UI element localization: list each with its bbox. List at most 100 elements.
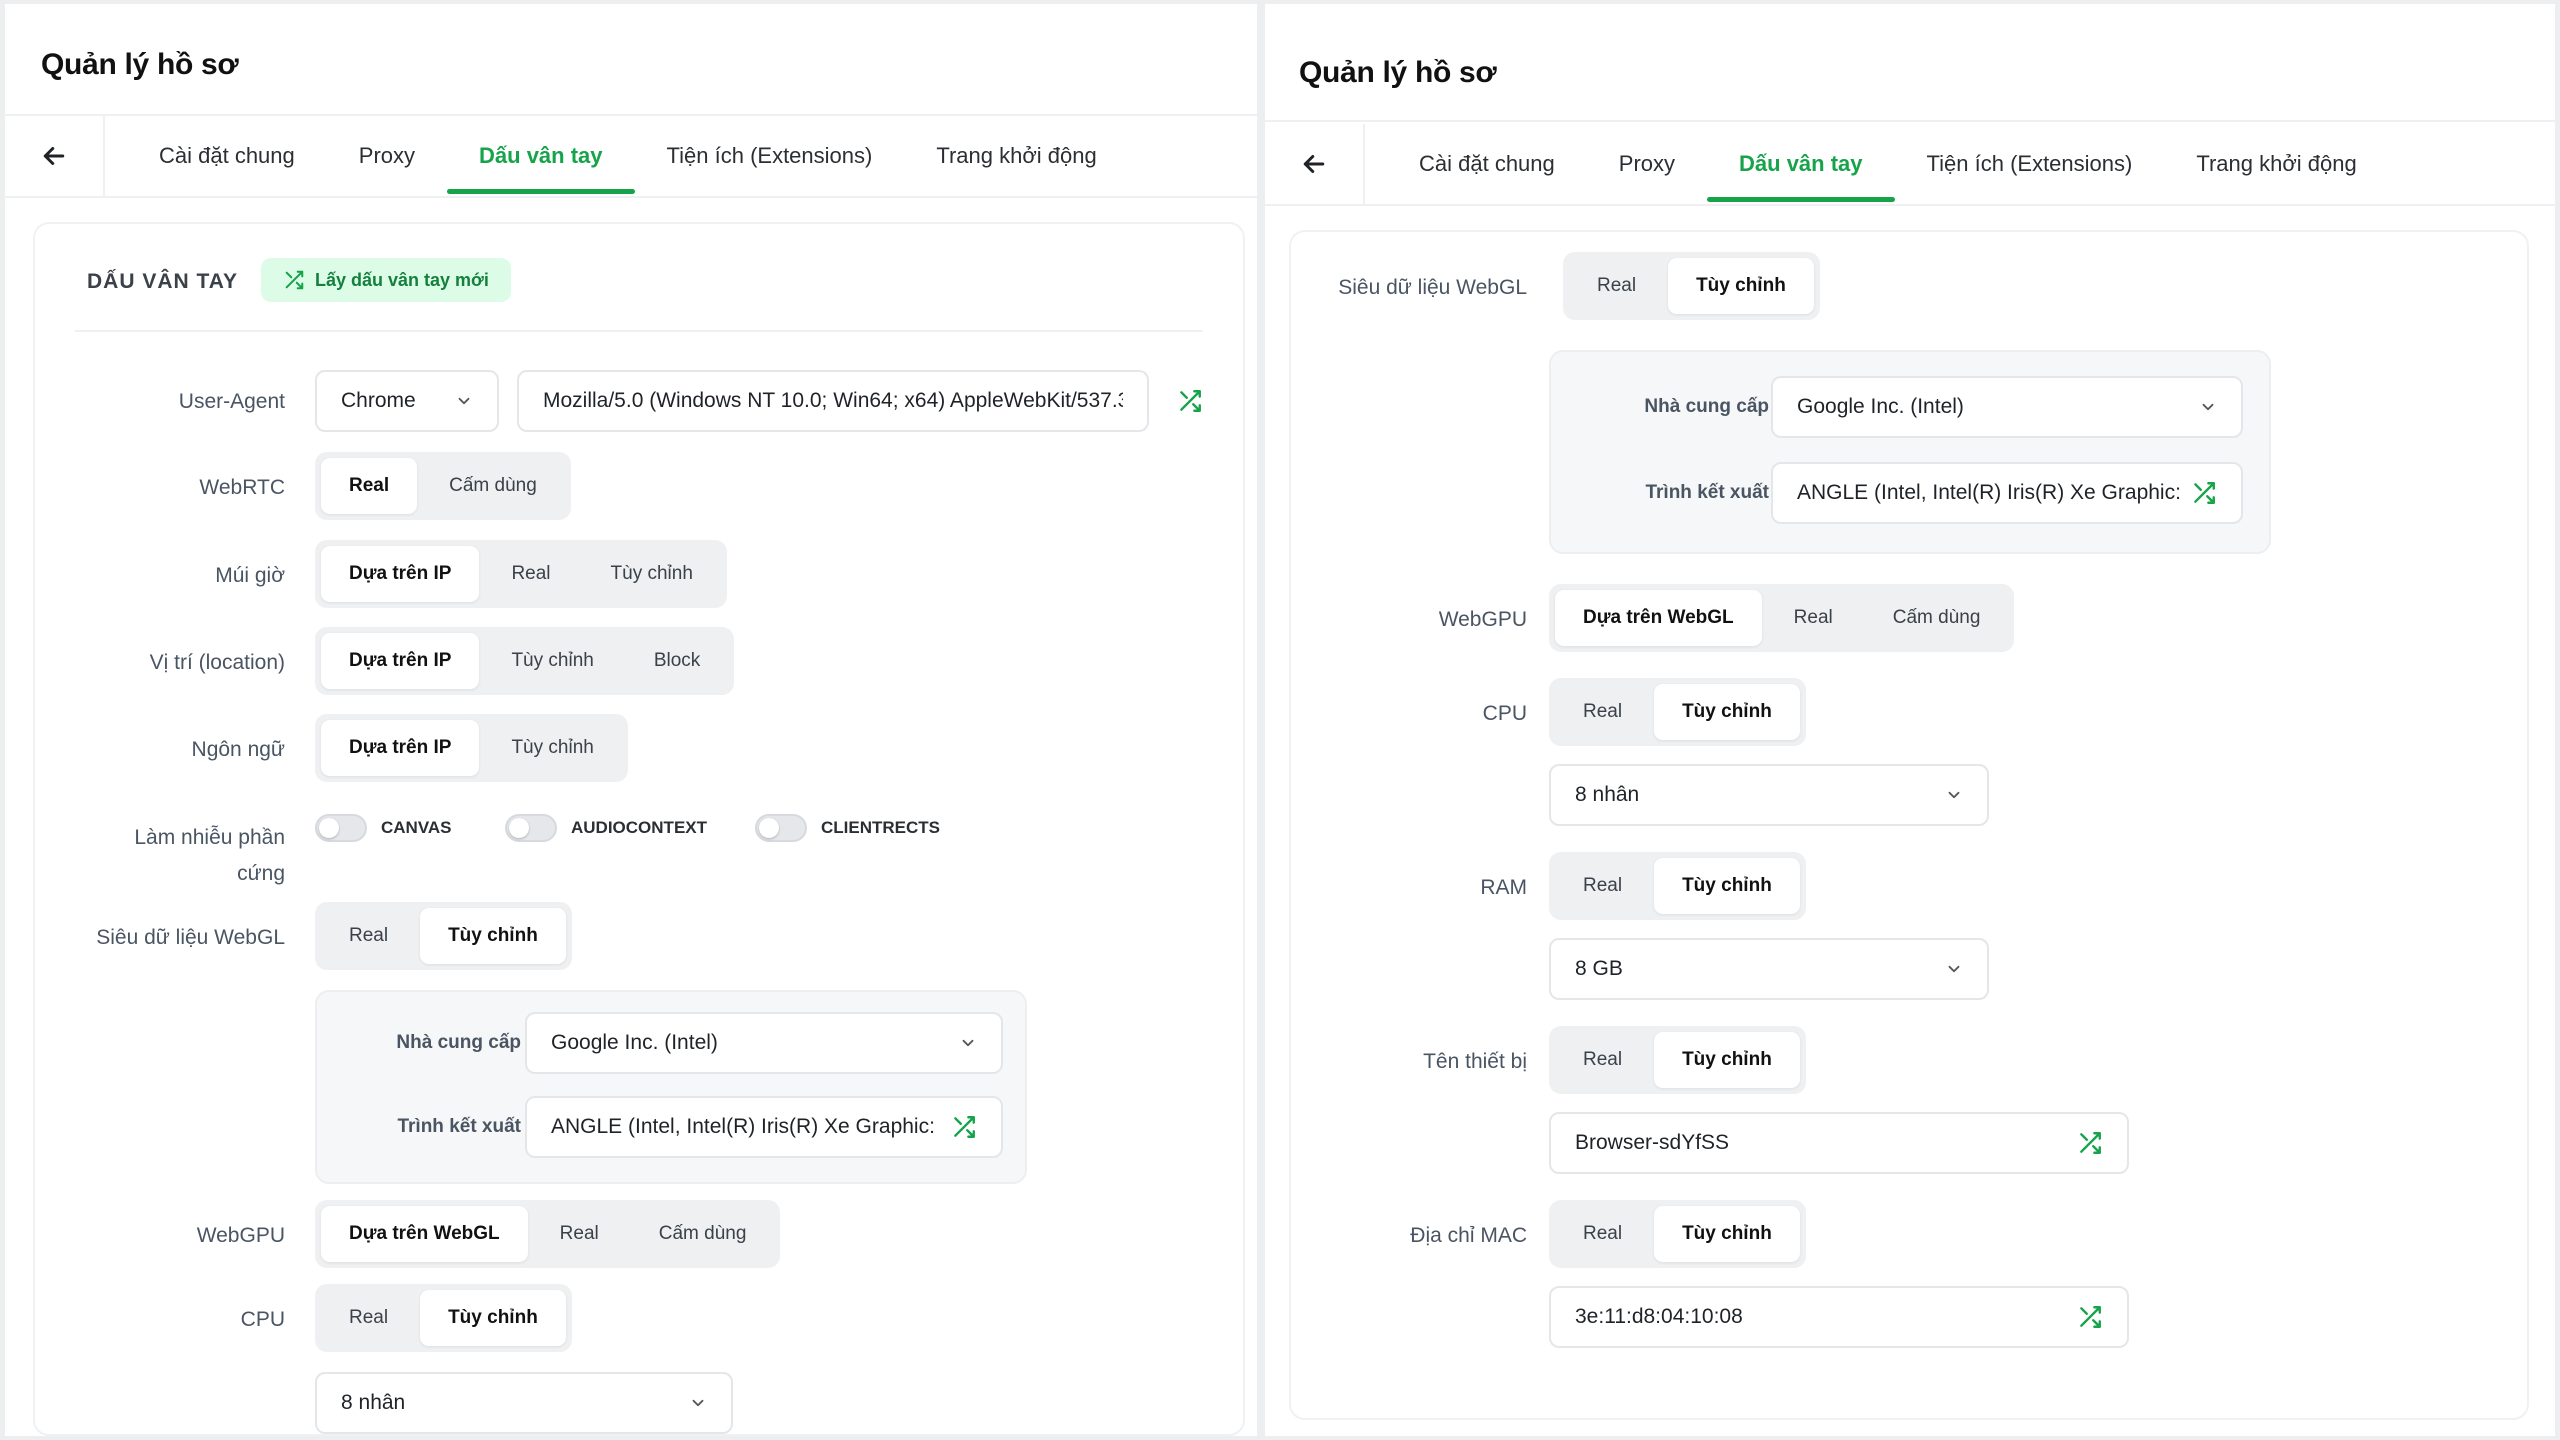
browser-select[interactable]: Chrome [315, 370, 499, 432]
back-button[interactable] [1265, 124, 1365, 204]
webgl-custom-panel: Nhà cung cấp Google Inc. (Intel) Trình k… [315, 990, 1027, 1184]
webgl-renderer-input[interactable]: ANGLE (Intel, Intel(R) Iris(R) Xe Graphi… [1771, 462, 2243, 524]
ram-segmented: Real Tùy chỉnh [1549, 852, 1806, 920]
canvas-switch[interactable] [315, 814, 367, 842]
tab-startup-page[interactable]: Trang khởi động [2164, 124, 2388, 204]
tab-general[interactable]: Cài đặt chung [1387, 124, 1587, 204]
fingerprint-card: Siêu dữ liệu WebGL Real Tùy chỉnh Nhà cu… [1289, 230, 2529, 1420]
tab-proxy[interactable]: Proxy [327, 116, 447, 196]
device-name-input[interactable]: Browser-sdYfSS [1549, 1112, 2129, 1174]
cpu-option-real[interactable]: Real [321, 1290, 416, 1346]
user-agent-label: User-Agent [178, 390, 285, 413]
shuffle-icon[interactable] [951, 1114, 977, 1140]
webgl-option-real[interactable]: Real [321, 908, 416, 964]
cpu-label: CPU [240, 1308, 285, 1331]
tab-bar: Cài đặt chung Proxy Dấu vân tay Tiện ích… [5, 116, 1257, 196]
location-label: Vị trí (location) [149, 651, 285, 674]
audiocontext-toggle[interactable]: AUDIOCONTEXT [505, 814, 707, 842]
mac-option-custom[interactable]: Tùy chỉnh [1654, 1206, 1800, 1262]
webgl-option-real[interactable]: Real [1569, 258, 1664, 314]
timezone-option-real[interactable]: Real [483, 546, 578, 602]
shuffle-icon[interactable] [2077, 1304, 2103, 1330]
webrtc-option-real[interactable]: Real [321, 458, 418, 514]
cpu-label: CPU [1482, 702, 1527, 725]
device-name-segmented: Real Tùy chỉnh [1549, 1026, 1806, 1094]
webgpu-segmented: Dựa trên WebGL Real Cấm dùng [315, 1200, 781, 1268]
webgl-vendor-value: Google Inc. (Intel) [1797, 395, 1964, 418]
timezone-option-ip[interactable]: Dựa trên IP [321, 546, 480, 602]
cpu-segmented: Real Tùy chỉnh [1549, 678, 1806, 746]
language-option-ip[interactable]: Dựa trên IP [321, 720, 480, 776]
chevron-down-icon [1948, 791, 1960, 799]
tab-fingerprint[interactable]: Dấu vân tay [1707, 124, 1895, 204]
user-agent-input[interactable]: Mozilla/5.0 (Windows NT 10.0; Win64; x64… [517, 370, 1149, 432]
ram-option-custom[interactable]: Tùy chỉnh [1654, 858, 1800, 914]
cpu-cores-select[interactable]: 8 nhân [315, 1372, 733, 1434]
webgl-vendor-label: Nhà cung cấp [1644, 396, 1769, 417]
chevron-down-icon [2202, 403, 2214, 411]
divider [5, 196, 1257, 198]
tab-proxy[interactable]: Proxy [1587, 124, 1707, 204]
mac-option-real[interactable]: Real [1555, 1206, 1650, 1262]
webgpu-option-webgl[interactable]: Dựa trên WebGL [321, 1206, 528, 1262]
device-name-option-real[interactable]: Real [1555, 1032, 1650, 1088]
webgl-renderer-value: ANGLE (Intel, Intel(R) Iris(R) Xe Graphi… [551, 1115, 935, 1138]
device-name-option-custom[interactable]: Tùy chỉnh [1654, 1032, 1800, 1088]
cpu-option-real[interactable]: Real [1555, 684, 1650, 740]
new-fingerprint-button[interactable]: Lấy dấu vân tay mới [261, 258, 511, 302]
shuffle-icon[interactable] [1177, 388, 1203, 414]
audiocontext-switch[interactable] [505, 814, 557, 842]
webgl-vendor-select[interactable]: Google Inc. (Intel) [1771, 376, 2243, 438]
webgl-option-custom[interactable]: Tùy chỉnh [1668, 258, 1814, 314]
cpu-segmented: Real Tùy chỉnh [315, 1284, 572, 1352]
cpu-option-custom[interactable]: Tùy chỉnh [1654, 684, 1800, 740]
webgl-vendor-select[interactable]: Google Inc. (Intel) [525, 1012, 1003, 1074]
webgl-renderer-value: ANGLE (Intel, Intel(R) Iris(R) Xe Graphi… [1797, 481, 2181, 504]
shuffle-icon[interactable] [2191, 480, 2217, 506]
clientrects-toggle[interactable]: CLIENTRECTS [755, 814, 940, 842]
tab-extensions[interactable]: Tiện ích (Extensions) [1895, 124, 2165, 204]
clientrects-switch[interactable] [755, 814, 807, 842]
webgpu-option-disabled[interactable]: Cấm dùng [1865, 590, 2009, 646]
webgl-label: Siêu dữ liệu WebGL [96, 926, 285, 949]
location-option-custom[interactable]: Tùy chỉnh [483, 633, 621, 689]
location-option-ip[interactable]: Dựa trên IP [321, 633, 480, 689]
tab-bar: Cài đặt chung Proxy Dấu vân tay Tiện ích… [1265, 124, 2555, 204]
tab-startup-page[interactable]: Trang khởi động [904, 116, 1128, 196]
divider [1265, 120, 2555, 122]
location-option-block[interactable]: Block [626, 633, 728, 689]
webgpu-option-webgl[interactable]: Dựa trên WebGL [1555, 590, 1762, 646]
canvas-toggle[interactable]: CANVAS [315, 814, 452, 842]
language-segmented: Dựa trên IP Tùy chỉnh [315, 714, 628, 782]
chevron-down-icon [1948, 965, 1960, 973]
mac-label: Địa chỉ MAC [1410, 1224, 1527, 1247]
cpu-option-custom[interactable]: Tùy chỉnh [420, 1290, 566, 1346]
fingerprint-card: DẤU VÂN TAY Lấy dấu vân tay mới User-Age… [33, 222, 1245, 1436]
tab-general[interactable]: Cài đặt chung [127, 116, 327, 196]
webgl-renderer-input[interactable]: ANGLE (Intel, Intel(R) Iris(R) Xe Graphi… [525, 1096, 1003, 1158]
language-option-custom[interactable]: Tùy chỉnh [483, 720, 621, 776]
timezone-option-custom[interactable]: Tùy chỉnh [583, 546, 721, 602]
webgpu-option-disabled[interactable]: Cấm dùng [631, 1206, 775, 1262]
device-name-label: Tên thiết bị [1423, 1050, 1527, 1073]
mac-input[interactable]: 3e:11:d8:04:10:08 [1549, 1286, 2129, 1348]
webrtc-option-disabled[interactable]: Cấm dùng [421, 458, 565, 514]
tab-fingerprint[interactable]: Dấu vân tay [447, 116, 635, 196]
ram-option-real[interactable]: Real [1555, 858, 1650, 914]
webgl-option-custom[interactable]: Tùy chỉnh [420, 908, 566, 964]
arrow-left-icon [1303, 155, 1325, 173]
clientrects-toggle-label: CLIENTRECTS [821, 818, 940, 837]
language-label: Ngôn ngữ [191, 738, 285, 761]
hardware-noise-label-line1: Làm nhiễu phần [134, 826, 285, 849]
profile-panel-left: Quản lý hồ sơ Cài đặt chung Proxy Dấu vâ… [5, 4, 1257, 1436]
webgpu-option-real[interactable]: Real [1766, 590, 1861, 646]
back-button[interactable] [5, 116, 105, 196]
webgpu-option-real[interactable]: Real [532, 1206, 627, 1262]
webrtc-segmented: Real Cấm dùng [315, 452, 571, 520]
tab-extensions[interactable]: Tiện ích (Extensions) [635, 116, 905, 196]
timezone-segmented: Dựa trên IP Real Tùy chỉnh [315, 540, 727, 608]
chevron-down-icon [458, 397, 470, 405]
cpu-cores-select[interactable]: 8 nhân [1549, 764, 1989, 826]
ram-select[interactable]: 8 GB [1549, 938, 1989, 1000]
shuffle-icon[interactable] [2077, 1130, 2103, 1156]
